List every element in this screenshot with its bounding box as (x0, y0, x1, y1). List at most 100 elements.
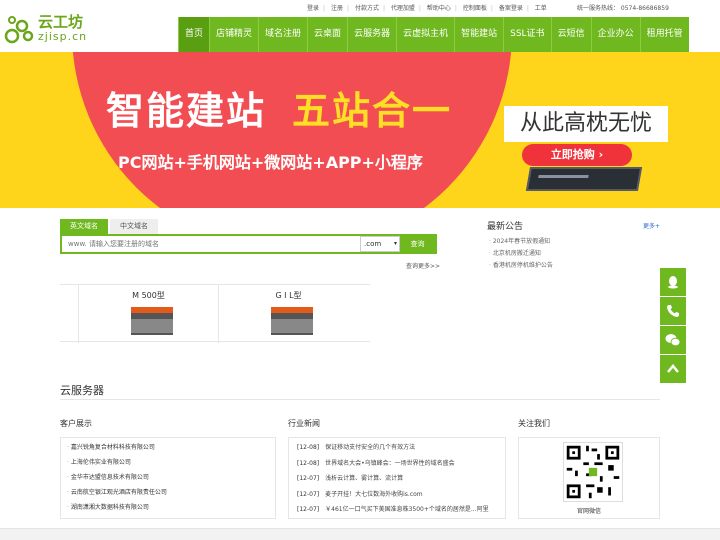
separator: | (346, 5, 350, 12)
news-item[interactable]: [12-08] 保证移动支付安全的几个有效方法 (297, 440, 497, 456)
news-list: [12-08] 保证移动支付安全的几个有效方法 [12-08] 世界域名大会•乌镇峰… (289, 438, 505, 520)
banner-cta-button[interactable]: 立即抢购 › (522, 144, 632, 166)
control-panel-link[interactable]: 控制面板 (463, 3, 487, 12)
qr-label: 官网微信 (576, 508, 601, 515)
register-link[interactable]: 注册 (331, 3, 343, 12)
logo-name: 云工坊 (38, 13, 84, 31)
banner-cta-label: 立即抢购 (550, 148, 595, 161)
wechat-icon (665, 334, 681, 347)
domain-tabs: 英文域名 中文域名 (60, 219, 160, 234)
section-divider (60, 399, 660, 400)
clients-title: 客户展示 (60, 419, 92, 428)
domain-search-input[interactable] (62, 236, 360, 252)
news-date: [12-07] (297, 506, 320, 513)
qq-icon (668, 276, 678, 289)
domain-suffix-value: .com (364, 240, 382, 248)
separator: | (323, 5, 326, 12)
client-item[interactable]: 上海伦伟实业有限公司 (67, 455, 269, 470)
phone-icon (667, 305, 679, 317)
news-item[interactable]: [12-08] 世界域名大会•乌镇峰会：一场世界性的域名盛会 (297, 456, 497, 472)
ticket-link[interactable]: 工单 (535, 3, 547, 12)
separator: | (382, 5, 385, 12)
nav-cloud-desktop[interactable]: 云桌面 (307, 17, 348, 52)
top-links: 登录 | 注册 | 付款方式 | 代理加盟 | 帮助中心 | 控制面板 | 备案登录 | 工单 (305, 3, 549, 12)
hosting-server-image (271, 307, 313, 335)
nav-enterprise-office[interactable]: 企业办公 (590, 17, 640, 52)
client-item[interactable]: 湖南潇湘大数据科技有限公司 (67, 500, 269, 515)
news-date: [12-07] (297, 475, 320, 482)
back-to-top-button[interactable] (660, 355, 686, 383)
news-item[interactable]: [12-07] ￥461亿一口气买下美国准息株3500+个域名的居然是...阿里 (297, 502, 497, 518)
nav-sms[interactable]: 云短信 (550, 17, 591, 52)
image-band (271, 307, 313, 313)
logo[interactable]: 云工坊 zjisp.cn (4, 8, 94, 48)
image-body (131, 319, 173, 333)
nav-shop-wizard[interactable]: 店铺精灵 (209, 17, 259, 52)
nav-hosting-rental[interactable]: 租用托管 (639, 17, 689, 52)
wechat-button[interactable] (660, 326, 686, 354)
client-list: 嘉兴锐角复合材料科技有限公司 上海伦伟实业有限公司 金华市达盟信息技术有限公司 … (61, 438, 275, 517)
notice-more-link[interactable]: 更多+ (643, 221, 660, 230)
contact-box: 官网微信 (518, 437, 660, 519)
client-item[interactable]: 金华市达盟信息技术有限公司 (67, 470, 269, 485)
product-card[interactable]: M 500型 (78, 285, 218, 343)
client-item[interactable]: 云南航空银江观光酒店有限责任公司 (67, 485, 269, 500)
news-date: [12-08] (297, 459, 320, 467)
image-band (131, 307, 173, 313)
main-nav: 首页 店铺精灵 域名注册 云桌面 云服务器 云虚拟主机 智能建站 SSL证书 云… (178, 17, 689, 52)
hero-banner[interactable]: 智能建站 五站合一 PC网站+手机网站+微网站+APP+小程序 从此高枕无忧 立… (0, 52, 720, 208)
chevron-down-icon: ▾ (393, 240, 397, 247)
news-text: 浅析云计算、雾计算、流计算 (325, 475, 404, 482)
floating-contact-bar (660, 268, 686, 384)
notice-panel: 最新公告 更多+ 2024年春节放假通知 北京机房搬迁通知 香港机房停机维护公告 (487, 219, 662, 272)
notice-item[interactable]: 北京机房搬迁通知 (487, 248, 662, 260)
notice-title: 最新公告 (487, 222, 524, 232)
footer-strip (0, 528, 720, 540)
news-text: ￥461亿一口气买下美国准息株3500+个域名的居然是...阿里 (325, 506, 489, 513)
tab-english-domain[interactable]: 英文域名 (60, 219, 108, 234)
clients-box: 嘉兴锐角复合材料科技有限公司 上海伦伟实业有限公司 金华市达盟信息技术有限公司 … (60, 437, 276, 519)
hotline: 统一服务热线： 0574-86686859 (577, 5, 669, 12)
nav-virtual-host[interactable]: 云虚拟主机 (396, 17, 455, 52)
news-title: 行业新闻 (288, 419, 320, 428)
notice-item[interactable]: 2024年春节放假通知 (487, 236, 662, 248)
nav-ssl[interactable]: SSL证书 (503, 17, 551, 52)
news-box: [12-08] 保证移动支付安全的几个有效方法 [12-08] 世界域名大会•乌镇峰… (288, 437, 506, 519)
domain-search-bar: .com ▾ 查询 (60, 234, 437, 254)
nav-site-builder[interactable]: 智能建站 (454, 17, 504, 52)
domain-more-link[interactable]: 查询更多>> (406, 261, 440, 270)
client-item[interactable]: 嘉兴锐角复合材料科技有限公司 (67, 440, 269, 455)
payment-link[interactable]: 付款方式 (355, 3, 379, 12)
nav-domain[interactable]: 域名注册 (258, 17, 308, 52)
banner-title-part2: 五站合一 (292, 89, 453, 133)
domain-suffix-select[interactable]: .com ▾ (360, 236, 400, 252)
separator: | (454, 5, 457, 12)
agent-link[interactable]: 代理加盟 (391, 3, 415, 12)
news-text: 保证移动支付安全的几个有效方法 (325, 444, 416, 451)
phone-button[interactable] (660, 297, 686, 325)
nav-home[interactable]: 首页 (178, 17, 210, 52)
product-name: M 500型 (132, 291, 165, 300)
icp-login-link[interactable]: 备案登录 (499, 3, 523, 12)
back-to-top-icon (667, 364, 679, 373)
separator: | (490, 5, 493, 12)
news-date: [12-08] (297, 444, 320, 451)
tab-chinese-domain[interactable]: 中文域名 (110, 219, 158, 234)
product-card[interactable]: G I L型 (218, 285, 358, 343)
notice-item[interactable]: 香港机房停机维护公告 (487, 260, 662, 272)
image-body (271, 319, 313, 333)
separator: | (418, 5, 421, 12)
news-text: 麦子开挂！大七位数海外收购is.com (325, 490, 423, 498)
nav-cloud-server[interactable]: 云服务器 (347, 17, 397, 52)
help-link[interactable]: 帮助中心 (427, 3, 451, 12)
logo-domain: zjisp.cn (38, 30, 88, 43)
chevron-right-icon: › (598, 148, 604, 161)
site-header: 云工坊 zjisp.cn 登录 | 注册 | 付款方式 | 代理加盟 | 帮助中心 | 控… (0, 0, 720, 52)
page-root: { "header": { "logo_name": "云工坊", "logo_… (0, 0, 720, 540)
news-item[interactable]: [12-07] 麦子开挂！大七位数海外收购is.com (297, 487, 497, 503)
qq-button[interactable] (660, 268, 686, 296)
product-name: G I L型 (275, 291, 302, 300)
news-item[interactable]: [12-07] 浅析云计算、雾计算、流计算 (297, 471, 497, 487)
domain-search-button[interactable]: 查询 (400, 236, 435, 252)
login-link[interactable]: 登录 (307, 3, 319, 12)
